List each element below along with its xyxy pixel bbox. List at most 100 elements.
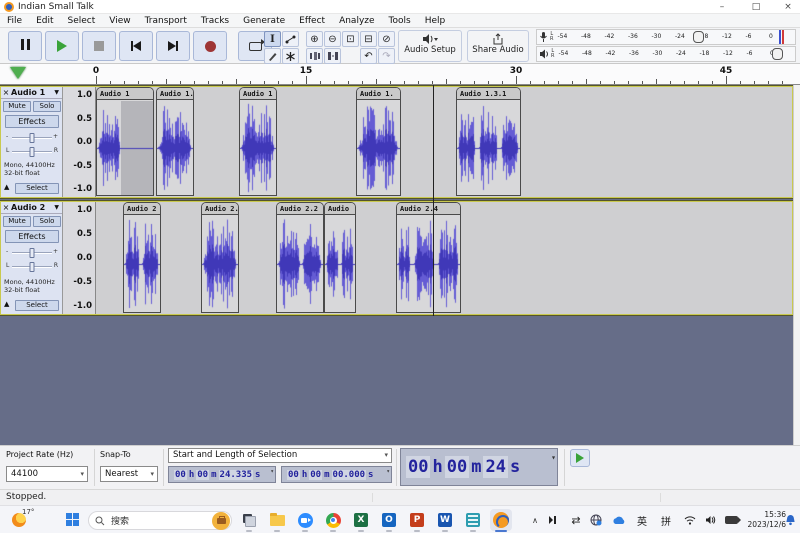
selection-start-field[interactable]: ▾ 00 h 00 m 24.335 s [168,466,276,483]
menu-item-tools[interactable]: Tools [382,16,418,26]
audio-clip[interactable]: Audio 1. [156,87,194,196]
audio-clip[interactable]: Audio 1.3.1 [456,87,521,196]
track-row-audio-2[interactable]: × Audio 2 ▼ Mute Solo Effects - + L R Mo… [0,201,793,315]
collapse-button[interactable]: ▲ [4,183,9,191]
search-box[interactable]: 搜索 [88,511,232,530]
zoom-out-button[interactable]: ⊖ [324,31,341,47]
clip-title[interactable]: Audio 2.2 [277,203,323,215]
battery-tray-icon[interactable] [722,509,741,531]
track-control-panel[interactable]: × Audio 1 ▼ Mute Solo Effects - + L R Mo… [1,87,63,197]
audio-clip[interactable]: Audio 2 [123,202,161,313]
track-name[interactable]: Audio 1 [11,88,54,97]
mute-button[interactable]: Mute [3,101,31,112]
search-highlight-icon[interactable] [212,511,230,530]
clip-title[interactable]: Audio 2. [202,203,238,215]
menu-item-effect[interactable]: Effect [292,16,332,26]
selection-mode-select[interactable]: Start and Length of Selection ▾ [168,448,392,463]
audio-clip[interactable]: Audio 1 [239,87,277,196]
notes-app-button[interactable] [462,509,484,531]
clip-title[interactable]: Audio 1. [157,88,193,100]
record-meter[interactable]: LR 0-6-12-18-24-30-36-42-48-54 [536,29,796,45]
share-audio-button[interactable]: Share Audio [467,30,529,62]
menu-item-generate[interactable]: Generate [236,16,292,26]
mute-button[interactable]: Mute [3,216,31,227]
powerpoint-button[interactable]: P [406,509,428,531]
word-button[interactable]: W [434,509,456,531]
pan-slider-thumb[interactable] [29,147,35,157]
zoom-app-button[interactable] [294,509,316,531]
menu-item-view[interactable]: View [102,16,137,26]
track-header[interactable]: × Audio 2 ▼ [1,202,62,214]
clip-title[interactable]: Audio 1 [97,88,153,100]
clip-title[interactable]: Audio [325,203,355,215]
menu-item-help[interactable]: Help [418,16,453,26]
file-explorer-button[interactable] [266,509,288,531]
play-at-speed-button[interactable] [570,449,590,467]
clip-title[interactable]: Audio 1.3.1 [457,88,520,100]
time-digits[interactable]: 00 [196,469,210,480]
track-header[interactable]: × Audio 1 ▼ [1,87,62,99]
track-clip-area[interactable]: Audio 1 Audio 1. Audio 1 Audio 1. Audio 1.3.… [96,87,792,197]
start-button[interactable] [62,509,84,531]
task-view-button[interactable] [238,509,260,531]
minimize-button[interactable]: – [710,0,734,14]
gain-slider[interactable]: - + [6,133,58,143]
audio-clip[interactable]: Audio 2.4 [396,202,461,313]
audacity-taskbar-button[interactable] [490,509,512,531]
time-digits[interactable]: 00 [174,469,187,480]
track-name[interactable]: Audio 2 [11,203,54,212]
menu-item-tracks[interactable]: Tracks [194,16,236,26]
skip-to-end-button[interactable] [156,31,190,61]
pan-slider[interactable]: L R [6,262,58,272]
pan-slider[interactable]: L R [6,147,58,157]
sync-tray-icon[interactable]: ⇄ [568,509,584,531]
audio-clip[interactable]: Audio 2. [201,202,239,313]
selection-length-field[interactable]: ▾ 00 h 00 m 00.000 s [281,466,392,483]
taskbar-clock[interactable]: 15:36 2023/12/6 [748,510,786,530]
fit-selection-button[interactable]: ⊡ [342,31,359,47]
tray-overflow-button[interactable]: ∧ [528,509,542,531]
vertical-scrollbar[interactable] [793,85,800,445]
audio-clip[interactable]: Audio [324,202,356,313]
clip-title[interactable]: Audio 1. [357,88,400,100]
solo-button[interactable]: Solo [33,216,61,227]
time-digits[interactable]: 00 [287,469,300,480]
effects-button[interactable]: Effects [5,115,59,128]
playback-meter[interactable]: LR 0-6-12-18-24-30-36-42-48-54 [536,46,796,62]
skip-to-start-button[interactable] [119,31,153,61]
select-button[interactable]: Select [15,300,59,311]
menu-item-edit[interactable]: Edit [29,16,60,26]
draw-tool-button[interactable] [264,48,281,64]
track-control-panel[interactable]: × Audio 2 ▼ Mute Solo Effects - + L R Mo… [1,202,63,314]
menu-item-file[interactable]: File [0,16,29,26]
snap-to-select[interactable]: Nearest ▾ [100,466,158,482]
clip-title[interactable]: Audio 2.4 [397,203,460,215]
silence-audio-button[interactable] [324,48,341,64]
record-meter-thumb[interactable] [693,31,705,43]
playback-meter-thumb[interactable] [772,48,784,60]
record-button[interactable] [193,31,227,61]
track-close-button[interactable]: × [1,88,11,97]
time-digits[interactable]: 00 [406,456,431,478]
clip-title[interactable]: Audio 2 [124,203,160,215]
track-row-audio-1[interactable]: × Audio 1 ▼ Mute Solo Effects - + L R Mo… [0,86,793,198]
track-area[interactable]: × Audio 1 ▼ Mute Solo Effects - + L R Mo… [0,85,800,445]
track-close-button[interactable]: × [1,203,11,212]
excel-button[interactable]: X [350,509,372,531]
project-rate-select[interactable]: 44100 ▾ [6,466,88,482]
selection-tool-button[interactable]: I [264,31,281,47]
play-button[interactable] [45,31,79,61]
audio-clip[interactable]: Audio 1. [356,87,401,196]
zoom-toggle-button[interactable]: ⊘ [378,31,395,47]
track-clip-area[interactable]: Audio 2 Audio 2. Audio 2.2 Audio Audio 2.4 [96,202,792,314]
select-button[interactable]: Select [15,183,59,194]
time-digits[interactable]: 24 [483,456,508,478]
close-button[interactable]: × [776,0,800,14]
undo-button[interactable]: ↶ [360,48,377,64]
pan-slider-thumb[interactable] [29,262,35,272]
notification-bell[interactable] [782,509,798,531]
outlook-button[interactable]: O [378,509,400,531]
gain-slider-thumb[interactable] [29,248,35,258]
zoom-in-button[interactable]: ⊕ [306,31,323,47]
trim-audio-button[interactable] [306,48,323,64]
